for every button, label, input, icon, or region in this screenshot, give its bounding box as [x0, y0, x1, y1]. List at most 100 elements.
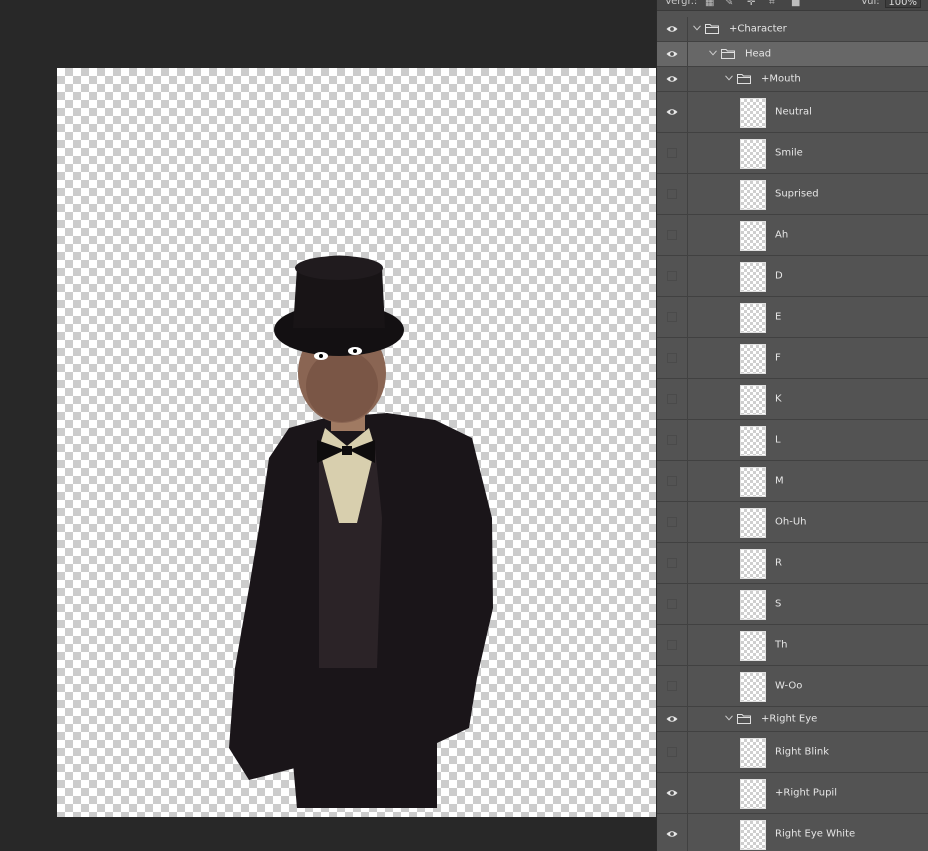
hidden-visibility-box [667, 476, 677, 486]
layer-thumbnail[interactable] [740, 98, 766, 128]
hidden-visibility-box [667, 681, 677, 691]
chevron-down-icon[interactable] [693, 25, 701, 31]
layer-name: +Right Pupil [775, 787, 837, 799]
visibility-toggle[interactable] [657, 379, 688, 419]
layer-name: W-Oo [775, 680, 803, 692]
eye-icon [666, 831, 678, 837]
layer-right-pupil[interactable]: +Right Pupil [657, 773, 928, 814]
visibility-toggle[interactable] [657, 42, 688, 66]
visibility-toggle[interactable] [657, 543, 688, 583]
layer-right-eye-white[interactable]: Right Eye White [657, 814, 928, 851]
layer-e[interactable]: E [657, 297, 928, 338]
opacity-label: Vul: [861, 0, 880, 7]
visibility-toggle[interactable] [657, 625, 688, 665]
document-canvas[interactable] [57, 68, 656, 817]
layer-f[interactable]: F [657, 338, 928, 379]
layer-name: +Character [729, 23, 787, 35]
layer-group-right-eye[interactable]: +Right Eye [657, 707, 928, 732]
chevron-down-icon[interactable] [725, 715, 733, 721]
layer-smile[interactable]: Smile [657, 133, 928, 174]
layer-thumbnail[interactable] [740, 508, 766, 538]
visibility-toggle[interactable] [657, 666, 688, 706]
layer-s[interactable]: S [657, 584, 928, 625]
visibility-toggle[interactable] [657, 297, 688, 337]
lock-all-icon[interactable]: ■ [791, 0, 801, 8]
visibility-toggle[interactable] [657, 174, 688, 214]
layer-group-head[interactable]: Head [657, 42, 928, 67]
layer-thumbnail[interactable] [740, 779, 766, 809]
folder-icon [737, 714, 751, 724]
eye-icon [666, 26, 678, 32]
visibility-toggle[interactable] [657, 773, 688, 813]
layer-name: S [775, 598, 782, 610]
layer-d[interactable]: D [657, 256, 928, 297]
fill-opacity-input[interactable]: 100% [885, 0, 921, 8]
visibility-toggle[interactable] [657, 92, 688, 132]
hidden-visibility-box [667, 271, 677, 281]
layer-name: Head [745, 48, 772, 60]
layer-k[interactable]: K [657, 379, 928, 420]
layer-group-character[interactable]: +Character [657, 17, 928, 42]
layer-thumbnail[interactable] [740, 738, 766, 768]
layer-thumbnail[interactable] [740, 385, 766, 415]
layer-thumbnail[interactable] [740, 426, 766, 456]
visibility-toggle[interactable] [657, 732, 688, 772]
hidden-visibility-box [667, 435, 677, 445]
layer-thumbnail[interactable] [740, 549, 766, 579]
visibility-toggle[interactable] [657, 420, 688, 460]
lock-transparent-icon[interactable]: ▦ [705, 0, 715, 8]
layer-thumbnail[interactable] [740, 820, 766, 850]
layer-thumbnail[interactable] [740, 180, 766, 210]
layer-thumbnail[interactable] [740, 139, 766, 169]
visibility-toggle[interactable] [657, 256, 688, 296]
layer-th[interactable]: Th [657, 625, 928, 666]
visibility-toggle[interactable] [657, 584, 688, 624]
layer-thumbnail[interactable] [740, 303, 766, 333]
layer-r[interactable]: R [657, 543, 928, 584]
layer-thumbnail[interactable] [740, 631, 766, 661]
hidden-visibility-box [667, 599, 677, 609]
layer-right-blink[interactable]: Right Blink [657, 732, 928, 773]
visibility-toggle[interactable] [657, 67, 688, 91]
canvas-workspace[interactable] [0, 0, 656, 851]
visibility-toggle[interactable] [657, 461, 688, 501]
visibility-toggle[interactable] [657, 502, 688, 542]
layer-group-mouth[interactable]: +Mouth [657, 67, 928, 92]
layer-oh-uh[interactable]: Oh-Uh [657, 502, 928, 543]
visibility-toggle[interactable] [657, 707, 688, 731]
layer-thumbnail[interactable] [740, 672, 766, 702]
hidden-visibility-box [667, 148, 677, 158]
layer-suprised[interactable]: Suprised [657, 174, 928, 215]
layer-thumbnail[interactable] [740, 467, 766, 497]
visibility-toggle[interactable] [657, 814, 688, 851]
layer-thumbnail[interactable] [740, 262, 766, 292]
hidden-visibility-box [667, 394, 677, 404]
eye-icon [666, 76, 678, 82]
layer-ah[interactable]: Ah [657, 215, 928, 256]
hidden-visibility-box [667, 230, 677, 240]
layer-thumbnail[interactable] [740, 344, 766, 374]
eye-icon [666, 790, 678, 796]
chevron-down-icon[interactable] [725, 75, 733, 81]
layer-l[interactable]: L [657, 420, 928, 461]
visibility-toggle[interactable] [657, 215, 688, 255]
eye-icon [666, 716, 678, 722]
layer-w-oo[interactable]: W-Oo [657, 666, 928, 707]
visibility-toggle[interactable] [657, 17, 688, 41]
layer-thumbnail[interactable] [740, 590, 766, 620]
layer-name: Suprised [775, 188, 819, 200]
layer-name: D [775, 270, 783, 282]
visibility-toggle[interactable] [657, 133, 688, 173]
layer-name: Th [775, 639, 788, 651]
lock-brush-icon[interactable]: ✎ [725, 0, 735, 8]
hidden-visibility-box [667, 189, 677, 199]
layer-m[interactable]: M [657, 461, 928, 502]
layer-neutral[interactable]: Neutral [657, 92, 928, 133]
lock-position-icon[interactable]: ✛ [747, 0, 757, 8]
hidden-visibility-box [667, 558, 677, 568]
visibility-toggle[interactable] [657, 338, 688, 378]
layer-thumbnail[interactable] [740, 221, 766, 251]
lock-artboard-icon[interactable]: ⌗ [769, 0, 779, 8]
chevron-down-icon[interactable] [709, 50, 717, 56]
layer-name: +Mouth [761, 73, 801, 85]
